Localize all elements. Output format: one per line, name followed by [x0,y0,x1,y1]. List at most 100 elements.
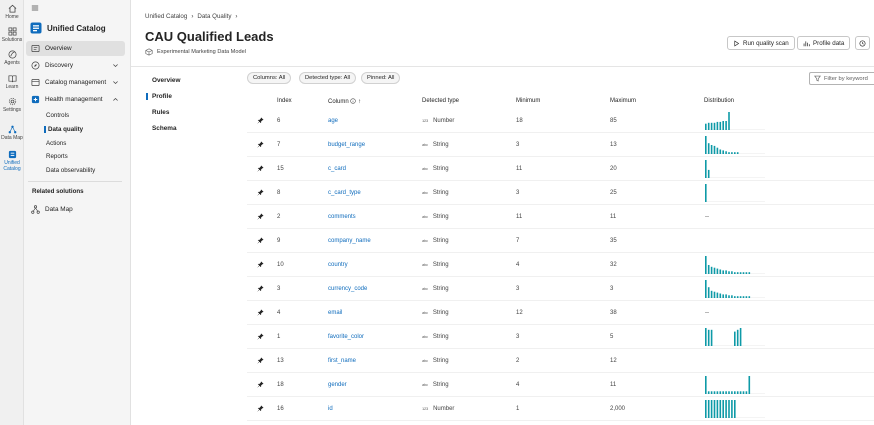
distribution-bar [705,160,707,178]
table-row[interactable]: 4 email abc String 12 38 -- [247,301,874,325]
nav-item-overview[interactable]: Overview [26,41,125,56]
pin-icon[interactable] [257,189,264,196]
tab-profile[interactable]: Profile [146,93,172,100]
cell-column-name[interactable]: c_card [328,166,346,172]
cell-minimum: 4 [516,262,520,268]
chip-pinned-filter[interactable]: Pinned: All [361,72,401,84]
rail-agents-label: Agents [4,60,20,66]
cell-maximum: 3 [610,286,614,292]
cell-column-name[interactable]: currency_code [328,286,367,292]
info-icon[interactable] [350,98,357,104]
table-row[interactable]: 2 comments abc String 11 11 -- [247,205,874,229]
pin-icon[interactable] [257,261,264,268]
pin-icon[interactable] [257,285,264,292]
cell-type-label: String [432,334,449,340]
hamburger-icon[interactable] [31,4,39,12]
distribution-bar [705,184,707,202]
chip-columns-filter[interactable]: Columns: All [247,72,292,84]
rail-solutions[interactable]: Solutions [0,27,24,43]
nav-sub-reports[interactable]: Reports [46,153,68,160]
cell-column-name[interactable]: email [328,310,342,316]
table-row[interactable]: 7 budget_range abc String 3 13 [247,133,874,157]
table-row[interactable]: 9 company_name abc String 7 35 [247,229,874,253]
distribution-bar [728,112,730,130]
cell-column-name[interactable]: comments [328,214,356,220]
rail-data-map[interactable]: Data Map [0,125,24,141]
rail-learn[interactable]: Learn [0,74,24,90]
header-maximum[interactable]: Maximum [610,98,636,104]
pin-icon[interactable] [257,309,264,316]
nav-sub-data-observability[interactable]: Data observability [46,167,95,174]
pin-icon[interactable] [257,405,264,412]
header-column[interactable]: Column ↑ [328,98,361,105]
profile-data-label: Profile data [813,39,845,47]
distribution-bar [736,152,739,154]
nav-item-discovery[interactable]: Discovery [26,58,125,73]
header-detected-type[interactable]: Detected type [422,98,459,104]
cell-column-name[interactable]: c_card_type [328,190,361,196]
cell-maximum: 11 [610,382,617,388]
table-row[interactable]: 1 favorite_color abc String 3 5 [247,325,874,349]
pin-icon[interactable] [257,381,264,388]
nav-sub-actions[interactable]: Actions [46,140,66,147]
tab-schema[interactable]: Schema [152,125,177,132]
distribution-sparkline [705,400,765,418]
cell-maximum: 20 [610,166,617,172]
breadcrumb: Unified Catalog › Data Quality › [145,13,237,20]
distribution-bar [705,123,707,130]
rail-settings[interactable]: Settings [0,97,24,113]
table-row[interactable]: 13 first_name abc String 2 12 [247,349,874,373]
tab-overview[interactable]: Overview [152,77,180,84]
type-icon: abc [422,190,428,195]
table-row[interactable]: 15 c_card abc String 11 20 [247,157,874,181]
chip-detected-type-filter[interactable]: Detected type: All [299,72,357,84]
header-index[interactable]: Index [277,98,292,104]
nav-item-health-management[interactable]: Health management [26,92,125,107]
table-row[interactable]: 6 age 123 Number 18 85 [247,109,874,133]
pin-icon[interactable] [257,333,264,340]
pin-icon[interactable] [257,117,264,124]
pin-icon[interactable] [257,141,264,148]
cell-column-name[interactable]: id [328,406,333,412]
cell-column-name[interactable]: company_name [328,238,371,244]
rail-unified-catalog[interactable]: Unified Catalog [0,150,24,172]
distribution-sparkline [705,328,765,346]
rail-agents[interactable]: Agents [0,50,24,66]
distribution-bar [748,296,751,298]
table-row[interactable]: 10 country abc String 4 32 [247,253,874,277]
run-quality-scan-button[interactable]: Run quality scan [727,36,795,50]
header-minimum[interactable]: Minimum [516,98,540,104]
history-button[interactable] [855,36,870,50]
cell-column-name[interactable]: favorite_color [328,334,364,340]
cell-minimum: 3 [516,334,520,340]
pin-icon[interactable] [257,357,264,364]
nav-item-catalog-management[interactable]: Catalog management [26,75,125,90]
catalog-logo-icon [30,22,42,34]
pin-icon[interactable] [257,213,264,220]
nav-sub-controls[interactable]: Controls [46,112,69,119]
pin-icon[interactable] [257,237,264,244]
cell-maximum: 32 [610,262,617,268]
cell-detected-type: abc String [422,334,449,340]
nav-item-data-map[interactable]: Data Map [26,202,125,217]
pin-icon[interactable] [257,165,264,172]
cell-column-name[interactable]: country [328,262,348,268]
tab-rules[interactable]: Rules [152,109,169,116]
breadcrumb-data-quality[interactable]: Data Quality [197,13,231,20]
rail-home[interactable]: Home [0,4,24,20]
table-row[interactable]: 18 gender abc String 4 11 [247,373,874,397]
table-row[interactable]: 3 currency_code abc String 3 3 [247,277,874,301]
sort-ascending-icon[interactable]: ↑ [358,99,361,105]
cell-column-name[interactable]: budget_range [328,142,365,148]
cell-column-name[interactable]: age [328,118,338,124]
nav-sub-data-quality[interactable]: Data quality [44,126,83,133]
cell-minimum: 3 [516,142,520,148]
cell-column-name[interactable]: first_name [328,358,356,364]
cell-column-name[interactable]: gender [328,382,347,388]
breadcrumb-unified-catalog[interactable]: Unified Catalog [145,13,187,20]
table-row[interactable]: 8 c_card_type abc String 3 25 [247,181,874,205]
profile-data-button[interactable]: Profile data [797,36,851,50]
filter-input[interactable]: Filter by keyword [809,72,874,85]
distribution-bar [745,296,748,298]
table-row[interactable]: 16 id 123 Number 1 2,000 [247,397,874,421]
